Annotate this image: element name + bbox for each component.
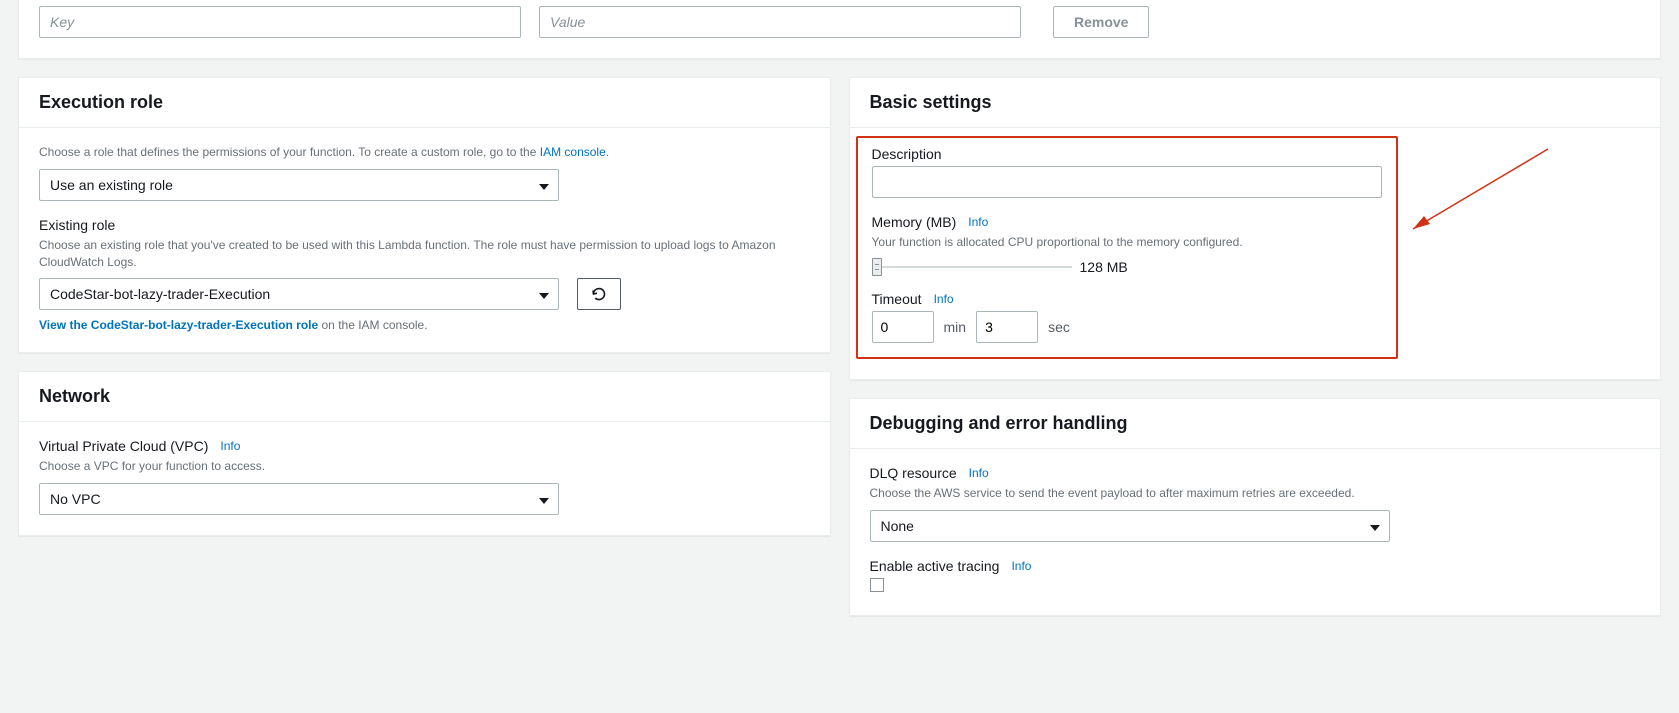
dlq-select[interactable]: None — [870, 510, 1390, 542]
dlq-help: Choose the AWS service to send the event… — [870, 485, 1641, 502]
execution-role-description: Choose a role that defines the permissio… — [39, 144, 810, 161]
network-panel: Network Virtual Private Cloud (VPC) Info… — [18, 371, 831, 536]
timeout-min-input[interactable] — [872, 311, 934, 343]
tracing-label-row: Enable active tracing Info — [870, 558, 1641, 574]
vpc-info-link[interactable]: Info — [220, 439, 240, 453]
execution-role-panel: Execution role Choose a role that define… — [18, 77, 831, 353]
tracing-info-link[interactable]: Info — [1011, 559, 1031, 573]
dlq-select-wrap: None — [870, 510, 1390, 542]
memory-help: Your function is allocated CPU proportio… — [872, 234, 1382, 251]
timeout-min-label: min — [944, 319, 967, 335]
timeout-sec-input[interactable] — [976, 311, 1038, 343]
existing-role-select[interactable]: CodeStar-bot-lazy-trader-Execution — [39, 278, 559, 310]
dlq-info-link[interactable]: Info — [969, 466, 989, 480]
role-choice-select-wrap: Use an existing role — [39, 169, 559, 201]
memory-label: Memory (MB) — [872, 214, 957, 230]
tracing-label: Enable active tracing — [870, 558, 1000, 574]
left-column: Execution role Choose a role that define… — [18, 77, 831, 616]
refresh-roles-button[interactable] — [577, 278, 621, 310]
network-title: Network — [19, 372, 830, 422]
refresh-icon — [591, 286, 607, 302]
basic-settings-panel: Basic settings Description Memory (MB) I… — [849, 77, 1662, 380]
tag-row: Remove — [39, 0, 1640, 38]
tag-key-input[interactable] — [39, 6, 521, 38]
dlq-label: DLQ resource — [870, 465, 957, 481]
vpc-select-wrap: No VPC — [39, 483, 559, 515]
description-label: Description — [872, 146, 1382, 162]
tag-value-input[interactable] — [539, 6, 1021, 38]
tracing-checkbox[interactable] — [870, 578, 884, 592]
vpc-help: Choose a VPC for your function to access… — [39, 458, 810, 475]
memory-slider[interactable] — [872, 266, 1072, 268]
execution-role-title: Execution role — [19, 78, 830, 128]
description-input[interactable] — [872, 166, 1382, 198]
tags-panel-partial: Remove — [18, 0, 1661, 59]
memory-slider-thumb[interactable] — [872, 258, 882, 276]
page-root: Remove Execution role Choose a role that… — [0, 0, 1679, 634]
iam-console-link[interactable]: IAM console — [540, 145, 606, 159]
vpc-label-row: Virtual Private Cloud (VPC) Info — [39, 438, 810, 454]
view-role-link-row: View the CodeStar-bot-lazy-trader-Execut… — [39, 318, 810, 332]
vpc-label: Virtual Private Cloud (VPC) — [39, 438, 208, 454]
timeout-label: Timeout — [872, 291, 922, 307]
highlight-annotation: Description Memory (MB) Info Your functi… — [856, 136, 1398, 359]
right-column: Basic settings Description Memory (MB) I… — [849, 77, 1662, 616]
view-role-link[interactable]: View the CodeStar-bot-lazy-trader-Execut… — [39, 318, 318, 332]
existing-role-select-wrap: CodeStar-bot-lazy-trader-Execution — [39, 278, 559, 310]
existing-role-label: Existing role — [39, 217, 810, 233]
basic-settings-title: Basic settings — [850, 78, 1661, 128]
memory-slider-row: 128 MB — [872, 259, 1382, 275]
dlq-label-row: DLQ resource Info — [870, 465, 1641, 481]
timeout-label-row: Timeout Info — [872, 291, 1382, 307]
existing-role-help: Choose an existing role that you've crea… — [39, 237, 810, 271]
debugging-panel: Debugging and error handling DLQ resourc… — [849, 398, 1662, 616]
debugging-title: Debugging and error handling — [850, 399, 1661, 449]
two-column-layout: Execution role Choose a role that define… — [18, 77, 1661, 616]
memory-value: 128 MB — [1080, 259, 1128, 275]
vpc-select[interactable]: No VPC — [39, 483, 559, 515]
memory-label-row: Memory (MB) Info — [872, 214, 1382, 230]
timeout-sec-label: sec — [1048, 319, 1070, 335]
remove-tag-button[interactable]: Remove — [1053, 6, 1149, 38]
timeout-info-link[interactable]: Info — [934, 292, 954, 306]
memory-info-link[interactable]: Info — [968, 215, 988, 229]
role-choice-select[interactable]: Use an existing role — [39, 169, 559, 201]
